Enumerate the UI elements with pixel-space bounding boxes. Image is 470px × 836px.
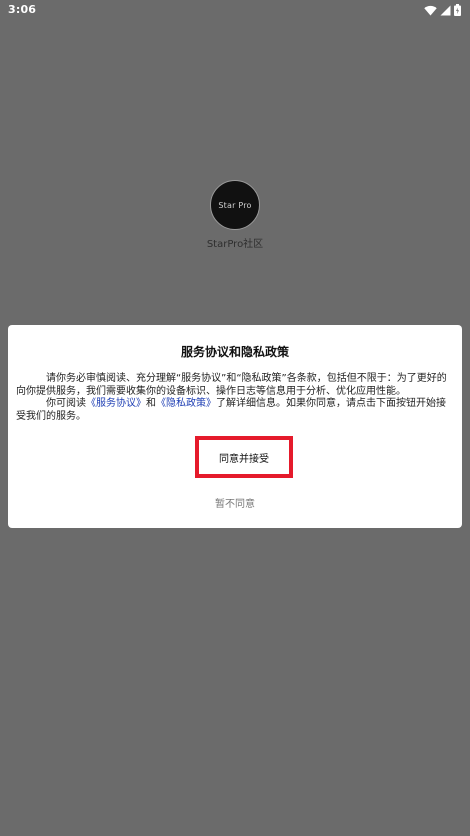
paragraph-2-prefix: 你可阅读 [46, 398, 86, 409]
privacy-policy-link[interactable]: 《隐私政策》 [156, 398, 216, 409]
paragraph-2-and: 和 [146, 398, 156, 409]
accept-button[interactable]: 同意并接受 [195, 436, 293, 478]
app-name: StarPro社区 [206, 239, 264, 250]
dialog-body: 请你务必审慎阅读、充分理解“服务协议”和“隐私政策”各条款，包括但不限于：为了更… [16, 373, 454, 423]
app-branding: Star Pro StarPro社区 [0, 180, 470, 250]
battery-icon [454, 4, 461, 16]
wifi-icon [424, 5, 437, 16]
decline-button[interactable]: 暂不同意 [8, 495, 462, 510]
privacy-dialog: 服务协议和隐私政策 请你务必审慎阅读、充分理解“服务协议”和“隐私政策”各条款，… [8, 325, 462, 528]
dialog-title: 服务协议和隐私政策 [180, 345, 289, 359]
status-time: 3:06 [8, 3, 37, 16]
service-agreement-link[interactable]: 《服务协议》 [86, 398, 146, 409]
app-logo-text: Star Pro [218, 200, 252, 210]
app-logo: Star Pro [210, 180, 260, 230]
dialog-paragraph-1: 请你务必审慎阅读、充分理解“服务协议”和“隐私政策”各条款，包括但不限于：为了更… [16, 373, 447, 397]
signal-icon [440, 5, 451, 16]
status-bar: 3:06 [0, 0, 470, 24]
dialog-paragraph-2: 你可阅读《服务协议》和《隐私政策》了解详细信息。如果你同意，请点击下面按钮开始接… [16, 398, 454, 423]
accept-button-label: 同意并接受 [219, 453, 269, 465]
status-icons [424, 4, 461, 16]
